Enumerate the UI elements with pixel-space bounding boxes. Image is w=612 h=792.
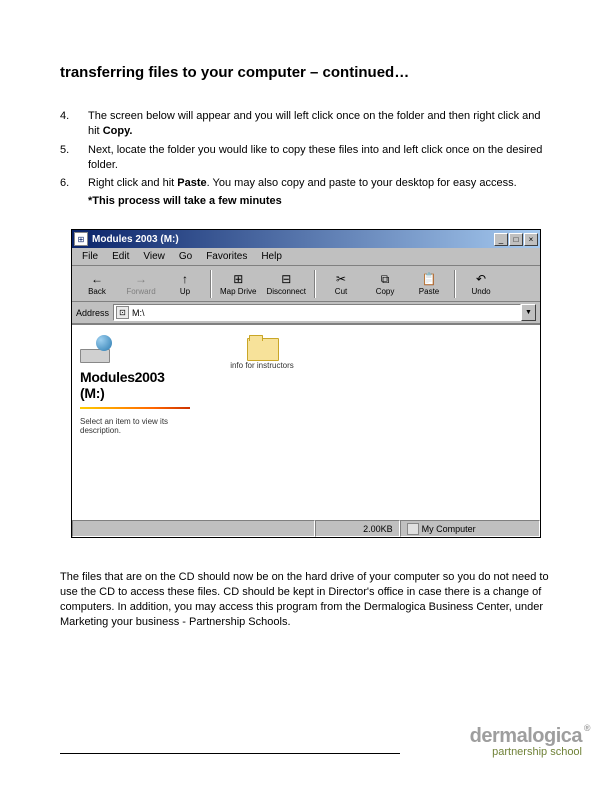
address-dropdown[interactable]: ▼ xyxy=(521,304,536,321)
closing-paragraph: The files that are on the CD should now … xyxy=(60,570,552,629)
status-bar: 2.00KB My Computer xyxy=(72,519,540,537)
undo-button[interactable]: ↶Undo xyxy=(460,269,502,298)
computer-icon xyxy=(407,523,419,535)
menu-favorites[interactable]: Favorites xyxy=(200,250,253,263)
cut-icon: ✂ xyxy=(332,271,350,287)
content-area: Modules2003 (M:) Select an item to view … xyxy=(72,324,540,519)
toolbar: ←Back →Forward ↑Up ⊞Map Drive ⊟Disconnec… xyxy=(72,266,540,302)
process-note: *This process will take a few minutes xyxy=(88,195,552,207)
back-icon: ← xyxy=(88,271,106,287)
status-cell-left xyxy=(72,520,315,537)
folder-label: info for instructors xyxy=(230,362,294,371)
map-drive-button[interactable]: ⊞Map Drive xyxy=(216,269,260,298)
page-title: transferring files to your computer – co… xyxy=(60,64,552,81)
folder-icon xyxy=(247,335,277,359)
explorer-window: ⊞ Modules 2003 (M:) _ □ × File Edit View… xyxy=(71,229,541,538)
address-bar: Address ⊡ M:\ ▼ xyxy=(72,302,540,324)
forward-icon: → xyxy=(132,271,150,287)
minimize-button[interactable]: _ xyxy=(494,233,508,246)
divider xyxy=(80,407,190,409)
menubar: File Edit View Go Favorites Help xyxy=(72,248,540,266)
registered-mark: ® xyxy=(584,723,590,733)
toolbar-separator xyxy=(314,270,316,298)
drive-title: Modules2003 (M:) xyxy=(80,369,209,401)
menu-view[interactable]: View xyxy=(137,250,171,263)
paste-icon: 📋 xyxy=(420,271,438,287)
folder-item[interactable]: info for instructors xyxy=(227,335,297,371)
menu-go[interactable]: Go xyxy=(173,250,198,263)
maximize-button[interactable]: □ xyxy=(509,233,523,246)
menu-edit[interactable]: Edit xyxy=(106,250,135,263)
toolbar-separator xyxy=(454,270,456,298)
cut-button[interactable]: ✂Cut xyxy=(320,269,362,298)
disconnect-icon: ⊟ xyxy=(277,271,295,287)
paste-button[interactable]: 📋Paste xyxy=(408,269,450,298)
step-text: Right click and hit Paste. You may also … xyxy=(88,176,552,191)
footer-rule xyxy=(60,753,400,754)
titlebar: ⊞ Modules 2003 (M:) _ □ × xyxy=(72,230,540,248)
disconnect-button[interactable]: ⊟Disconnect xyxy=(262,269,310,298)
step-number: 6. xyxy=(60,176,88,191)
close-button[interactable]: × xyxy=(524,233,538,246)
step-text: The screen below will appear and you wil… xyxy=(88,109,552,139)
up-icon: ↑ xyxy=(176,271,194,287)
network-drive-icon xyxy=(80,335,114,363)
step-5: 5. Next, locate the folder you would lik… xyxy=(60,143,552,173)
app-icon: ⊞ xyxy=(74,232,88,246)
drive-icon: ⊡ xyxy=(116,306,129,319)
window-title: Modules 2003 (M:) xyxy=(92,234,493,245)
step-6: 6. Right click and hit Paste. You may al… xyxy=(60,176,552,191)
file-list[interactable]: info for instructors xyxy=(217,325,540,519)
copy-icon: ⧉ xyxy=(376,271,394,287)
menu-help[interactable]: Help xyxy=(255,250,288,263)
map-drive-icon: ⊞ xyxy=(229,271,247,287)
address-label: Address xyxy=(76,308,109,318)
brand-block: dermalogica® partnership school xyxy=(470,725,582,758)
back-button[interactable]: ←Back xyxy=(76,269,118,298)
up-button[interactable]: ↑Up xyxy=(164,269,206,298)
step-4: 4. The screen below will appear and you … xyxy=(60,109,552,139)
status-size: 2.00KB xyxy=(315,520,399,537)
forward-button[interactable]: →Forward xyxy=(120,269,162,298)
step-number: 4. xyxy=(60,109,88,139)
copy-button[interactable]: ⧉Copy xyxy=(364,269,406,298)
status-location: My Computer xyxy=(400,520,540,537)
drive-description: Select an item to view its description. xyxy=(80,417,209,435)
address-combo[interactable]: ⊡ M:\ xyxy=(113,304,521,321)
step-number: 5. xyxy=(60,143,88,173)
footer: dermalogica® partnership school xyxy=(60,753,582,754)
instruction-list: 4. The screen below will appear and you … xyxy=(60,109,552,191)
menu-file[interactable]: File xyxy=(76,250,104,263)
address-value: M:\ xyxy=(132,308,145,318)
toolbar-separator xyxy=(210,270,212,298)
brand-name: dermalogica® xyxy=(470,725,582,748)
info-pane: Modules2003 (M:) Select an item to view … xyxy=(72,325,217,519)
undo-icon: ↶ xyxy=(472,271,490,287)
step-text: Next, locate the folder you would like t… xyxy=(88,143,552,173)
